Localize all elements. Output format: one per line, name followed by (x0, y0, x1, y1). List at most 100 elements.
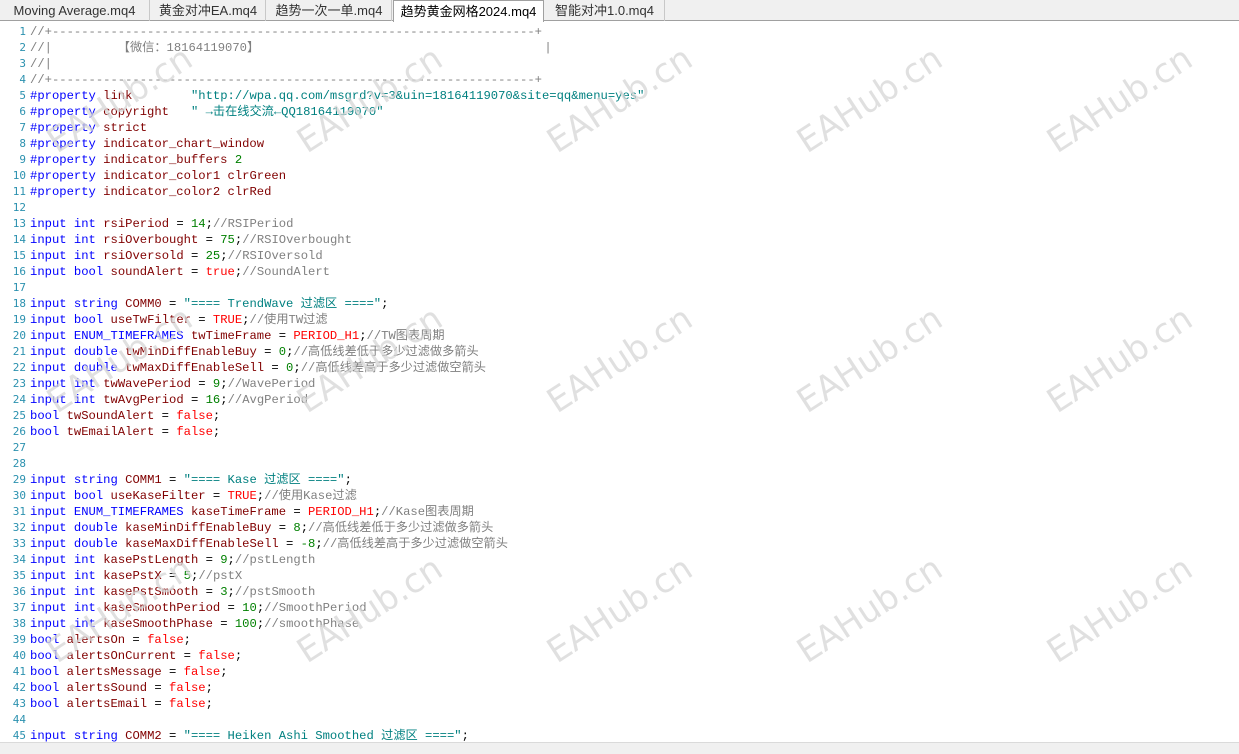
code-line: 45 input string COMM2 = "==== Heiken Ashi… (0, 728, 1239, 742)
code-token: COMM0 (125, 297, 162, 311)
code-editor[interactable]: 1 //+------------------------------------… (0, 22, 1239, 742)
code-line: 29 input string COMM1 = "==== Kase 过滤区 ==… (0, 472, 1239, 488)
code-token: //高低线差高于多少过滤做空箭头 (322, 537, 508, 551)
code-token: //pstX (198, 569, 243, 583)
tab-2[interactable]: 黄金对冲EA.mq4 (151, 0, 266, 21)
code-token: ; (220, 249, 228, 263)
code-token: twTimeFrame (190, 329, 272, 343)
code-text: bool alertsMessage = false; (30, 664, 228, 680)
code-token: 9 (220, 553, 228, 567)
code-token: false (176, 409, 213, 423)
code-token: double (73, 345, 118, 359)
code-token: false (147, 633, 184, 647)
code-token: "==== Kase 过滤区 ====" (183, 473, 345, 487)
code-token: bool (73, 265, 104, 279)
tab-5[interactable]: 智能对冲1.0.mq4 (545, 0, 665, 21)
code-line: 43 bool alertsEmail = false; (0, 696, 1239, 712)
code-line: 31 input ENUM_TIMEFRAMES kaseTimeFrame = … (0, 504, 1239, 520)
code-token: //| (30, 57, 52, 71)
code-token: #property (30, 153, 96, 167)
code-text: input int kaseSmoothPeriod = 10;//Smooth… (30, 600, 367, 616)
code-token: double (73, 361, 118, 375)
code-token: //Kase图表周期 (381, 505, 474, 519)
line-number: 32 (12, 521, 26, 534)
tab-4[interactable]: 趋势黄金网格2024.mq4 (393, 0, 544, 22)
code-token: int (73, 249, 96, 263)
line-number: 21 (12, 345, 26, 358)
code-text: input int kasePstX = 5;//pstX (30, 568, 242, 584)
line-number: 25 (12, 409, 26, 422)
code-text: //+-------------------------------------… (30, 24, 542, 40)
code-token: #property (30, 137, 96, 151)
code-text: input string COMM2 = "==== Heiken Ashi S… (30, 728, 469, 742)
code-text: bool twEmailAlert = false; (30, 424, 220, 440)
line-number: 3 (19, 57, 26, 70)
code-token: = (198, 233, 221, 247)
line-number: 43 (12, 697, 26, 710)
code-token: input (30, 473, 67, 487)
line-number: 20 (12, 329, 26, 342)
horizontal-scrollbar[interactable] (0, 742, 1239, 754)
code-token: //RSIOversold (227, 249, 323, 263)
code-text: bool alertsOn = false; (30, 632, 191, 648)
code-line: 25 bool twSoundAlert = false; (0, 408, 1239, 424)
code-token: input (30, 265, 67, 279)
code-text: #property copyright " →击在线交流←QQ181641190… (30, 104, 384, 120)
code-token: = (154, 425, 177, 439)
code-token: = (190, 377, 213, 391)
code-token: clrGreen (227, 169, 287, 183)
code-token: alertsMessage (66, 665, 162, 679)
code-line: 42 bool alertsSound = false; (0, 680, 1239, 696)
code-text: input ENUM_TIMEFRAMES twTimeFrame = PERI… (30, 328, 445, 344)
code-token: int (73, 585, 96, 599)
code-token: = (271, 521, 294, 535)
code-text: bool alertsOnCurrent = false; (30, 648, 242, 664)
code-token: string (73, 473, 118, 487)
code-token: //AvgPeriod (227, 393, 309, 407)
code-text: #property indicator_color2 clrRed (30, 184, 271, 200)
code-token: = (147, 697, 169, 711)
code-line: 34 input int kasePstLength = 9;//pstLengt… (0, 552, 1239, 568)
code-text: #property indicator_buffers 2 (30, 152, 242, 168)
code-token: int (73, 217, 96, 231)
code-token: 16 (205, 393, 221, 407)
code-token: PERIOD_H1 (307, 505, 374, 519)
code-token: int (73, 377, 96, 391)
code-line: 23 input int twWavePeriod = 9;//WavePerio… (0, 376, 1239, 392)
code-text: #property strict (30, 120, 147, 136)
code-token: alertsOn (66, 633, 126, 647)
line-number: 31 (12, 505, 26, 518)
code-token: #property (30, 169, 96, 183)
code-text: //+-------------------------------------… (30, 72, 542, 88)
code-token: input (30, 297, 67, 311)
code-text: input bool useKaseFilter = TRUE;//使用Kase… (30, 488, 357, 504)
code-token: ; (205, 697, 213, 711)
code-token: soundAlert (110, 265, 184, 279)
tab-1[interactable]: Moving Average.mq4 (0, 0, 150, 21)
code-token: bool (30, 409, 60, 423)
code-token: //WavePeriod (227, 377, 316, 391)
code-token: twWavePeriod (103, 377, 191, 391)
code-line: 32 input double kaseMinDiffEnableBuy = 8;… (0, 520, 1239, 536)
code-token: //使用Kase过滤 (264, 489, 357, 503)
code-line: 28 (0, 456, 1239, 472)
tab-3[interactable]: 趋势一次一单.mq4 (267, 0, 392, 21)
code-token: = (278, 537, 301, 551)
code-token: = (286, 505, 308, 519)
code-token: ; (461, 729, 469, 742)
code-text: input int kasePstLength = 9;//pstLength (30, 552, 315, 568)
code-token: = (198, 553, 221, 567)
code-token: " →击在线交流←QQ18164119070" (190, 105, 384, 119)
code-token: double (73, 537, 118, 551)
